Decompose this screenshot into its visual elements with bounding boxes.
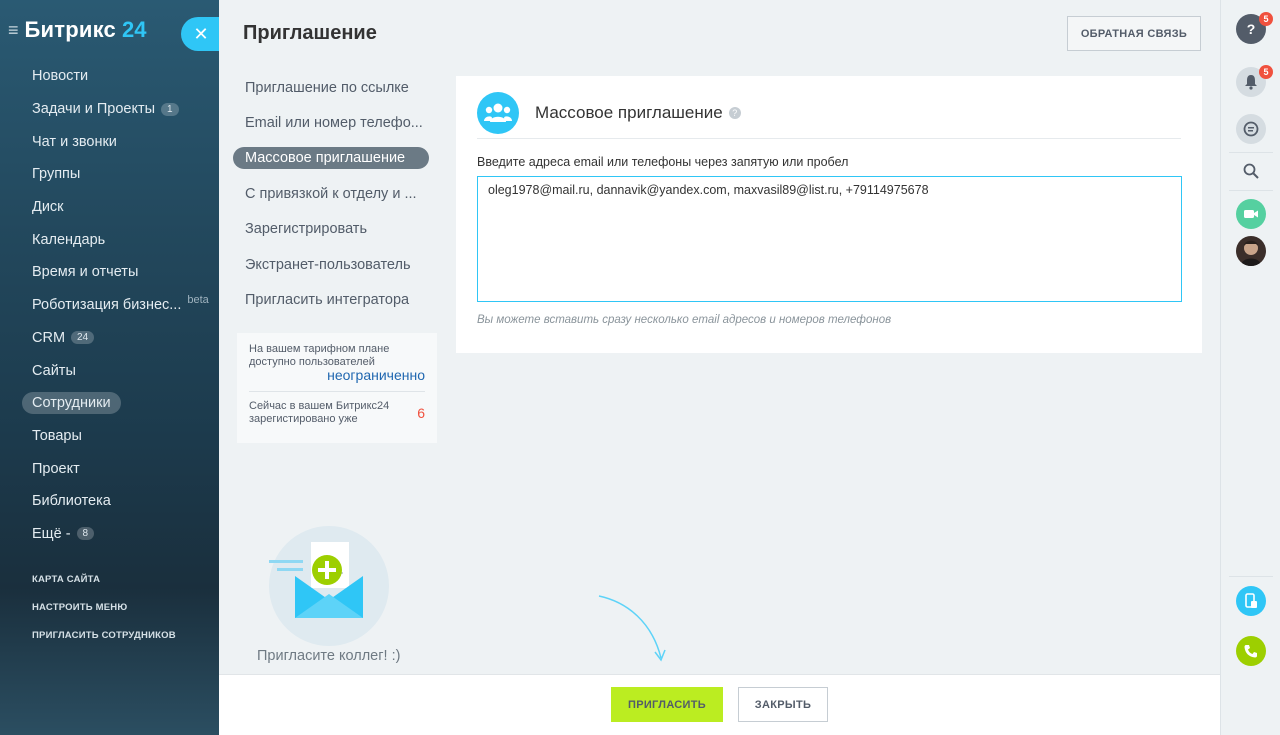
chat-icon[interactable]	[1236, 114, 1266, 144]
sidebar-links: КАРТА САЙТА НАСТРОИТЬ МЕНЮ ПРИГЛАСИТЬ СО…	[32, 572, 176, 656]
left-sidebar: ≡ Битрикс 24 Новости Задачи и Проекты 1 Ч…	[0, 0, 219, 735]
registered-count: 6	[417, 405, 425, 421]
decorative-arrow-icon	[598, 595, 666, 662]
tab-invite-link[interactable]: Приглашение по ссылке	[233, 70, 433, 105]
menu-item-label: Календарь	[32, 231, 106, 248]
rightbar-divider	[1229, 190, 1273, 191]
menu-item-goods[interactable]: Товары	[20, 420, 219, 453]
brand-name: Битрикс	[24, 17, 116, 42]
tab-label: Приглашение по ссылке	[245, 79, 409, 96]
menu-burger-icon[interactable]: ≡	[8, 21, 19, 39]
invite-employees-link[interactable]: ПРИГЛАСИТЬ СОТРУДНИКОВ	[32, 628, 176, 656]
panel-footer: ПРИГЛАСИТЬ ЗАКРЫТЬ	[219, 674, 1220, 735]
tab-label: Email или номер телефо...	[245, 115, 423, 132]
invite-button[interactable]: ПРИГЛАСИТЬ	[611, 687, 723, 722]
tab-label: Массовое приглашение	[233, 147, 429, 170]
tab-email-phone[interactable]: Email или номер телефо...	[233, 105, 433, 140]
menu-item-label: CRM	[32, 329, 66, 346]
plan-limit-text: На вашем тарифном плане доступно пользов…	[249, 343, 390, 368]
menu-item-label: Задачи и Проекты	[32, 101, 156, 118]
menu-item-sites[interactable]: Сайты	[20, 354, 219, 387]
menu-item-time[interactable]: Время и отчеты	[20, 256, 219, 289]
close-icon: ✕	[193, 23, 209, 44]
rightbar-divider	[1229, 576, 1273, 577]
menu-item-groups[interactable]: Группы	[20, 158, 219, 191]
avatar[interactable]	[1236, 236, 1266, 266]
menu-item-label: Библиотека	[32, 493, 111, 510]
sitemap-link[interactable]: КАРТА САЙТА	[32, 572, 176, 600]
menu-item-crm[interactable]: CRM 24	[20, 322, 219, 355]
menu-counter-badge: 8	[76, 527, 95, 541]
menu-item-label: Товары	[32, 427, 82, 444]
tab-department[interactable]: С привязкой к отделу и ...	[233, 176, 433, 211]
beta-label: beta	[187, 294, 209, 307]
tab-label: Экстранет-пользователь	[245, 256, 411, 273]
menu-item-label: Сотрудники	[22, 392, 121, 415]
phone-icon[interactable]	[1236, 636, 1266, 666]
card-title: Массовое приглашение	[535, 103, 723, 122]
card-header: Массовое приглашение ?	[477, 88, 1181, 139]
menu-item-calendar[interactable]: Календарь	[20, 223, 219, 256]
close-button[interactable]: ЗАКРЫТЬ	[738, 687, 828, 722]
registered-text: Сейчас в вашем Битрикс24 зарегистировано…	[249, 400, 390, 425]
menu-item-label: Чат и звонки	[32, 133, 117, 150]
notifications-badge: 5	[1259, 65, 1273, 79]
users-icon	[477, 92, 519, 134]
menu-item-label: Проект	[32, 460, 80, 477]
menu-item-project[interactable]: Проект	[20, 452, 219, 485]
mass-invite-card: Массовое приглашение ? Введите адреса em…	[456, 76, 1202, 353]
tab-integrator[interactable]: Пригласить интегратора	[233, 282, 433, 317]
tab-label: Пригласить интегратора	[245, 292, 410, 309]
registered-row: Сейчас в вашем Битрикс24 зарегистировано…	[249, 400, 425, 426]
menu-item-more[interactable]: Ещё - 8	[20, 518, 219, 551]
menu-item-label: Диск	[32, 199, 64, 216]
brand[interactable]: ≡ Битрикс 24	[8, 17, 146, 43]
tab-register[interactable]: Зарегистрировать	[233, 212, 433, 247]
menu-item-tasks[interactable]: Задачи и Проекты 1	[20, 93, 219, 126]
menu-item-employees[interactable]: Сотрудники	[20, 387, 219, 420]
tab-mass-invite[interactable]: Массовое приглашение	[233, 141, 433, 176]
invite-caption: Пригласите коллег! :)	[257, 648, 401, 664]
brand-number: 24	[121, 17, 147, 42]
menu-item-label: Роботизация бизнес...	[32, 297, 182, 314]
plan-limit-value: неограниченно	[327, 367, 425, 383]
invitation-panel: Приглашение ОБРАТНАЯ СВЯЗЬ Приглашение п…	[219, 0, 1220, 735]
right-toolbar: ? 5 5	[1220, 0, 1280, 735]
close-slider-button[interactable]: ✕	[181, 17, 221, 51]
menu-counter-badge: 24	[71, 331, 95, 345]
user-limits-box: На вашем тарифном плане доступно пользов…	[237, 333, 437, 443]
help-badge: 5	[1259, 12, 1273, 26]
emails-textarea[interactable]	[477, 176, 1182, 302]
menu-item-news[interactable]: Новости	[20, 60, 219, 93]
help-icon[interactable]: ?	[728, 107, 741, 119]
tab-label: С привязкой к отделу и ...	[245, 185, 417, 202]
limits-divider	[249, 391, 425, 392]
rightbar-divider	[1229, 152, 1273, 153]
envelope-plus-icon	[269, 526, 389, 646]
menu-item-robotization[interactable]: Роботизация бизнес... beta	[20, 289, 219, 322]
menu-item-chat[interactable]: Чат и звонки	[20, 125, 219, 158]
search-icon[interactable]	[1236, 156, 1266, 186]
tab-label: Зарегистрировать	[245, 221, 368, 238]
main-menu: Новости Задачи и Проекты 1 Чат и звонки Г…	[20, 60, 219, 550]
video-call-icon[interactable]	[1236, 199, 1266, 229]
menu-item-library[interactable]: Библиотека	[20, 485, 219, 518]
tab-extranet[interactable]: Экстранет-пользователь	[233, 247, 433, 282]
emails-field-label: Введите адреса email или телефоны через …	[477, 155, 849, 169]
menu-item-label: Сайты	[32, 362, 76, 379]
menu-counter-badge: 1	[161, 102, 179, 116]
emails-field-hint: Вы можете вставить сразу несколько email…	[477, 314, 892, 326]
menu-item-label: Группы	[32, 166, 81, 183]
invite-tabs: Приглашение по ссылке Email или номер те…	[233, 70, 433, 318]
menu-item-label: Новости	[32, 68, 89, 85]
feedback-button[interactable]: ОБРАТНАЯ СВЯЗЬ	[1067, 16, 1201, 51]
device-sync-icon[interactable]	[1236, 586, 1266, 616]
configure-menu-link[interactable]: НАСТРОИТЬ МЕНЮ	[32, 600, 176, 628]
menu-item-disk[interactable]: Диск	[20, 191, 219, 224]
page-title: Приглашение	[243, 22, 377, 44]
menu-item-label: Время и отчеты	[32, 264, 139, 281]
menu-item-label: Ещё -	[32, 525, 71, 542]
